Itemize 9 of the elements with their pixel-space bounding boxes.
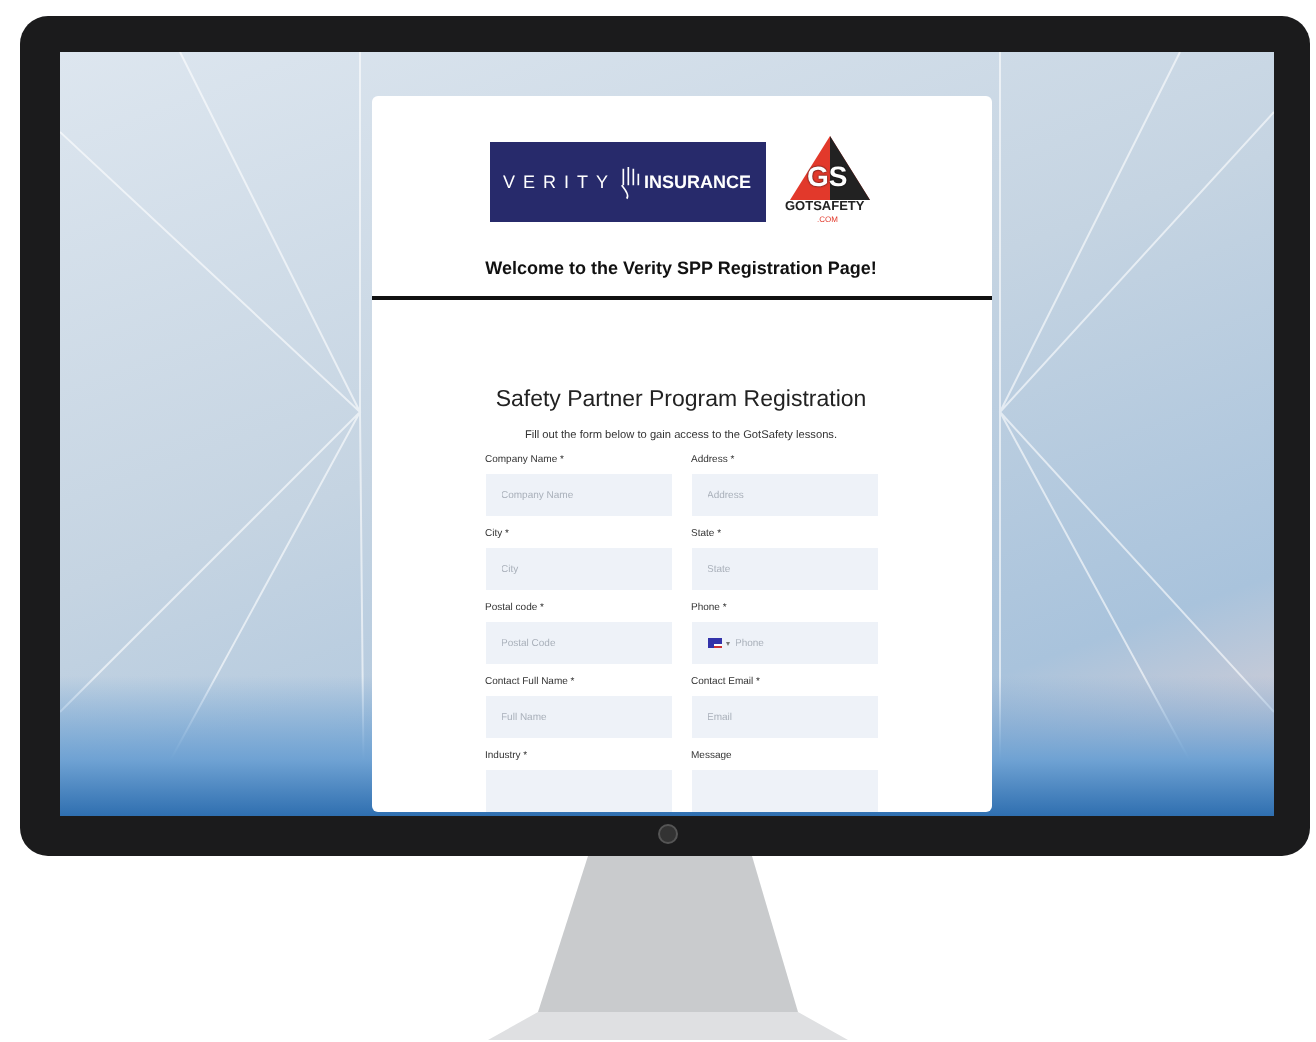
input-field[interactable] xyxy=(691,770,877,812)
hand-icon xyxy=(620,164,640,200)
caret-icon xyxy=(725,642,729,646)
form-title: Safety Partner Program Registration xyxy=(493,388,869,412)
verity-logo: VERITY INSURANCE xyxy=(489,142,765,222)
flag-icon xyxy=(707,638,721,648)
input-field[interactable] xyxy=(485,770,671,812)
camera-icon xyxy=(658,824,678,844)
welcome-heading: Welcome to the Verity SPP Registration Page! xyxy=(483,258,879,278)
